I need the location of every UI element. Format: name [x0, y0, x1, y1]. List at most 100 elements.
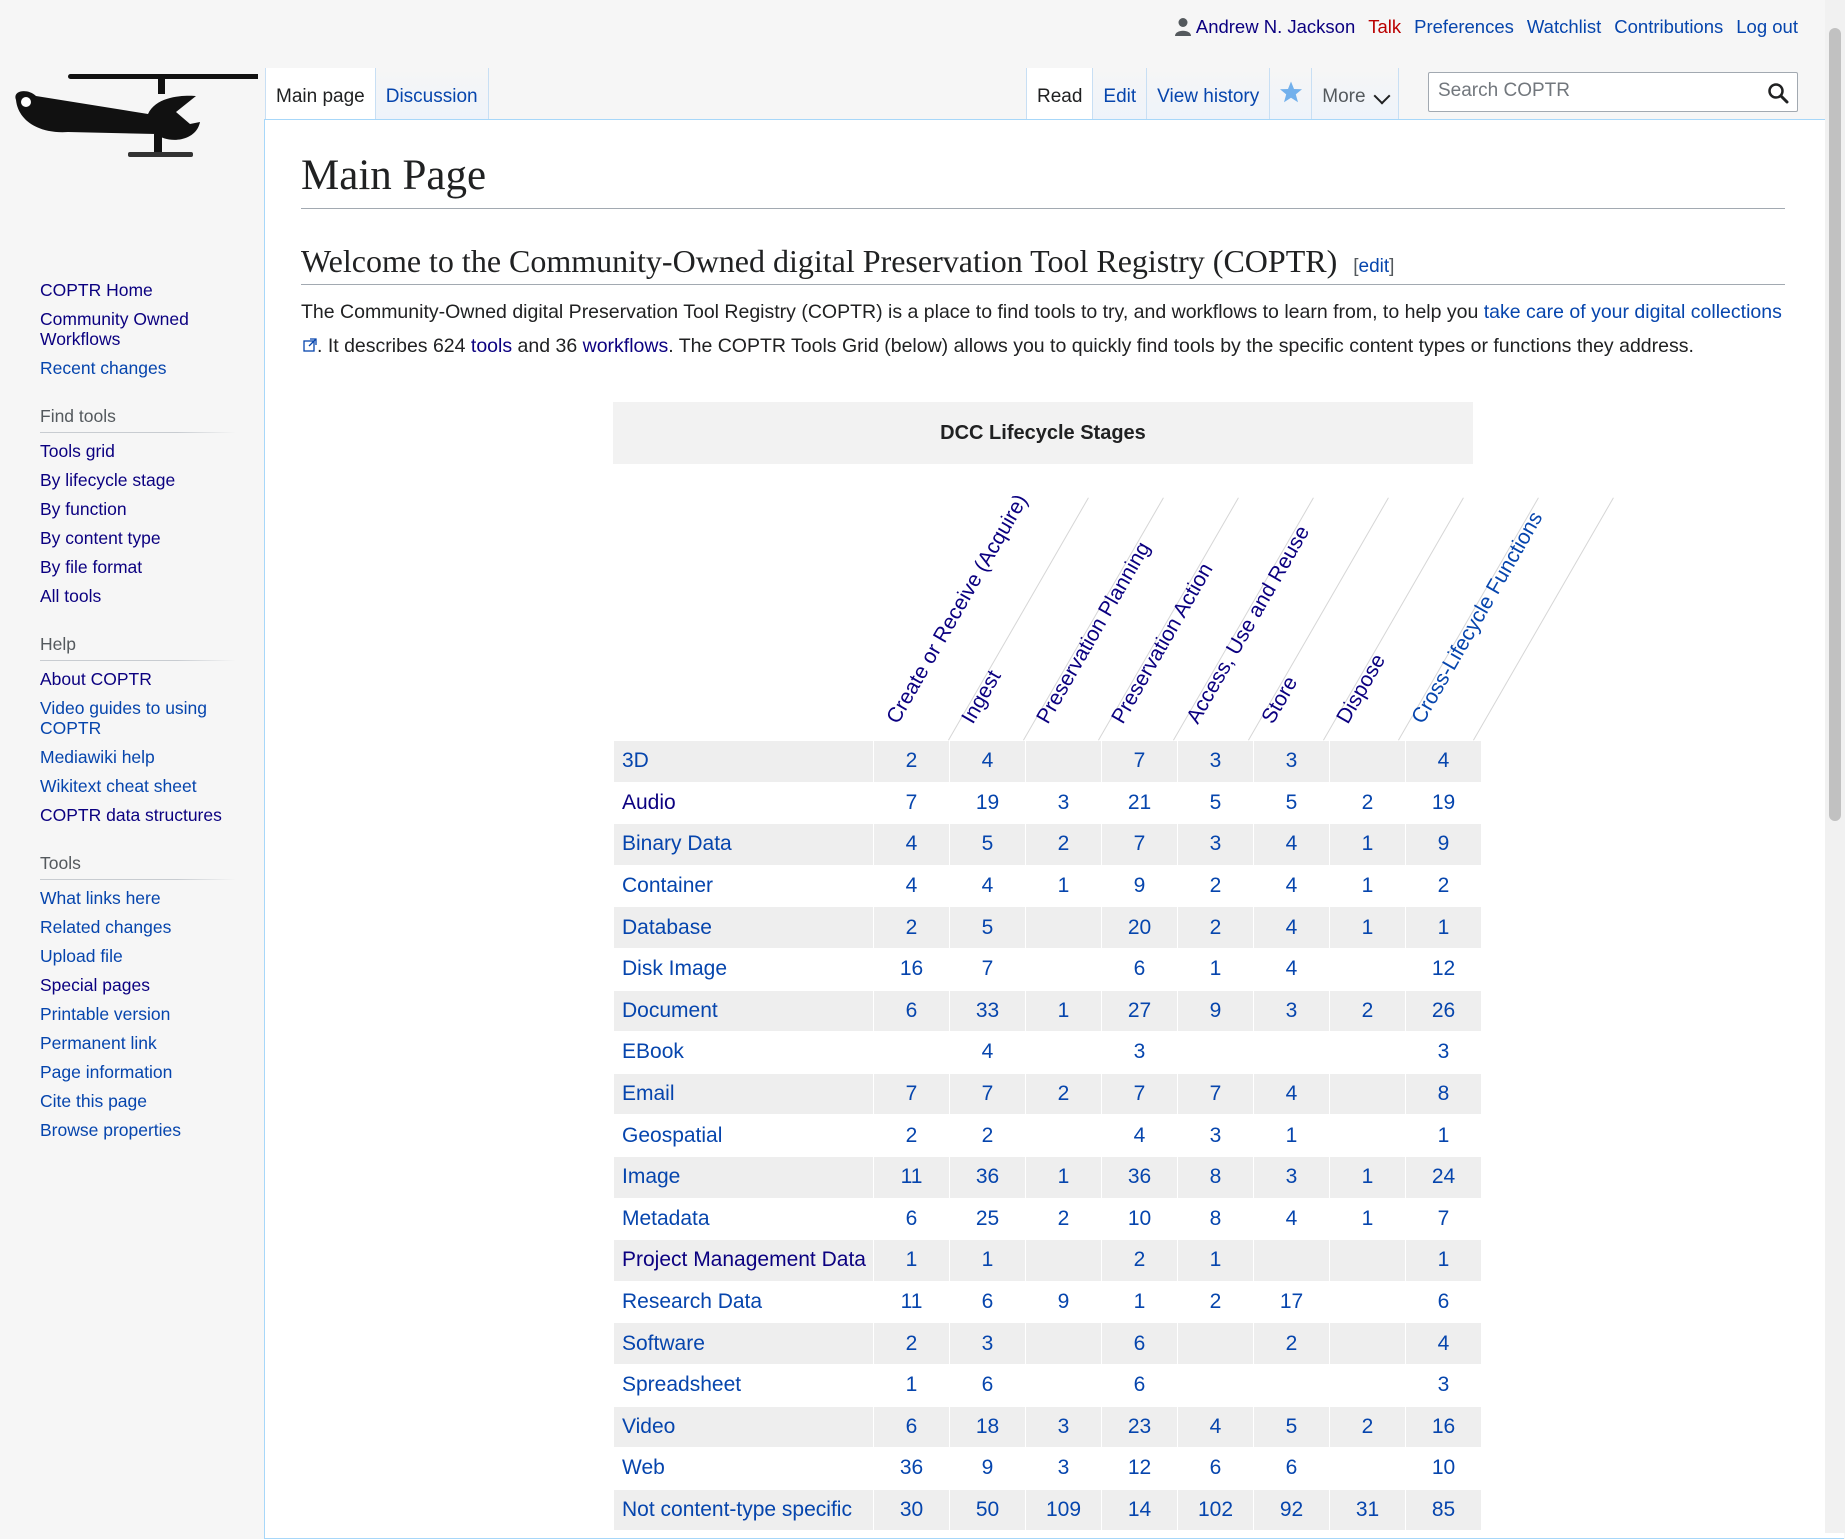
grid-cell-count[interactable]: 4 — [906, 832, 918, 855]
grid-cell-count[interactable]: 9 — [1210, 999, 1222, 1022]
grid-cell-count[interactable]: 1 — [1210, 1248, 1222, 1271]
watchlist-link[interactable]: Watchlist — [1527, 16, 1601, 38]
grid-cell-count[interactable]: 4 — [1438, 1332, 1450, 1355]
grid-cell-count[interactable]: 2 — [1058, 832, 1070, 855]
grid-cell-count[interactable]: 4 — [1286, 1207, 1298, 1230]
grid-cell-count[interactable]: 4 — [1286, 1082, 1298, 1105]
grid-cell-count[interactable]: 2 — [1362, 791, 1374, 814]
grid-row-label[interactable]: Software — [622, 1332, 705, 1355]
grid-cell-count[interactable]: 1 — [1362, 832, 1374, 855]
scrollbar-thumb[interactable] — [1829, 28, 1841, 821]
grid-cell-count[interactable]: 8 — [1438, 1082, 1450, 1105]
grid-cell-count[interactable]: 1 — [1058, 999, 1070, 1022]
grid-cell-count[interactable]: 4 — [1286, 874, 1298, 897]
grid-cell-count[interactable]: 6 — [1210, 1456, 1222, 1479]
grid-cell-count[interactable]: 1 — [1438, 1248, 1450, 1271]
grid-cell-count[interactable]: 6 — [906, 1415, 918, 1438]
grid-cell-count[interactable]: 9 — [1134, 874, 1146, 897]
sidebar-item-upload-file[interactable]: Upload file — [40, 946, 123, 966]
tab-view-history[interactable]: View history — [1147, 68, 1271, 120]
grid-cell-count[interactable]: 6 — [1438, 1290, 1450, 1313]
grid-cell-count[interactable]: 20 — [1128, 916, 1151, 939]
grid-cell-count[interactable]: 7 — [906, 1082, 918, 1105]
grid-cell-count[interactable]: 4 — [982, 874, 994, 897]
grid-row-label[interactable]: Binary Data — [622, 832, 732, 855]
grid-cell-count[interactable]: 27 — [1128, 999, 1151, 1022]
talk-link[interactable]: Talk — [1368, 16, 1401, 38]
grid-cell-count[interactable]: 1 — [1362, 1165, 1374, 1188]
grid-cell-count[interactable]: 8 — [1210, 1165, 1222, 1188]
grid-cell-count[interactable]: 10 — [1432, 1456, 1455, 1479]
grid-cell-count[interactable]: 7 — [1134, 832, 1146, 855]
grid-cell-count[interactable]: 4 — [982, 749, 994, 772]
grid-cell-count[interactable]: 2 — [1438, 874, 1450, 897]
tab-read[interactable]: Read — [1026, 68, 1094, 120]
grid-cell-count[interactable]: 7 — [982, 1082, 994, 1105]
grid-cell-count[interactable]: 6 — [1134, 957, 1146, 980]
grid-cell-count[interactable]: 1 — [1362, 874, 1374, 897]
sidebar-item-by-content-type[interactable]: By content type — [40, 528, 161, 548]
grid-cell-count[interactable]: 2 — [1362, 999, 1374, 1022]
grid-cell-count[interactable]: 31 — [1356, 1498, 1379, 1521]
grid-cell-count[interactable]: 2 — [1362, 1415, 1374, 1438]
more-menu[interactable]: More — [1312, 68, 1399, 120]
grid-cell-count[interactable]: 3 — [1058, 1415, 1070, 1438]
grid-cell-count[interactable]: 19 — [1432, 791, 1455, 814]
sidebar-item-cite-this-page[interactable]: Cite this page — [40, 1091, 147, 1111]
sidebar-item-wikitext-cheat-sheet[interactable]: Wikitext cheat sheet — [40, 776, 197, 796]
grid-row-label[interactable]: Video — [622, 1415, 675, 1438]
grid-row-label[interactable]: Web — [622, 1456, 665, 1479]
grid-cell-count[interactable]: 5 — [1286, 791, 1298, 814]
grid-cell-count[interactable]: 17 — [1280, 1290, 1303, 1313]
sidebar-item-video-guides[interactable]: Video guides to using COPTR — [40, 698, 207, 738]
grid-cell-count[interactable]: 5 — [1210, 791, 1222, 814]
grid-cell-count[interactable]: 4 — [1438, 749, 1450, 772]
grid-cell-count[interactable]: 6 — [982, 1290, 994, 1313]
grid-cell-count[interactable]: 4 — [906, 874, 918, 897]
grid-cell-count[interactable]: 2 — [1058, 1082, 1070, 1105]
sidebar-item-mediawiki-help[interactable]: Mediawiki help — [40, 747, 155, 767]
grid-row-label[interactable]: Not content-type specific — [622, 1498, 852, 1521]
grid-cell-count[interactable]: 3 — [1210, 832, 1222, 855]
grid-cell-count[interactable]: 8 — [1210, 1207, 1222, 1230]
sidebar-item-page-information[interactable]: Page information — [40, 1062, 172, 1082]
sidebar-item-coptr-home[interactable]: COPTR Home — [40, 280, 153, 300]
grid-column-label[interactable]: Dispose — [1332, 650, 1391, 728]
sidebar-item-tools-grid[interactable]: Tools grid — [40, 441, 115, 461]
grid-cell-count[interactable]: 109 — [1046, 1498, 1081, 1521]
grid-row-label[interactable]: Image — [622, 1165, 680, 1188]
grid-cell-count[interactable]: 2 — [1134, 1248, 1146, 1271]
grid-cell-count[interactable]: 3 — [1438, 1040, 1450, 1063]
grid-cell-count[interactable]: 7 — [1210, 1082, 1222, 1105]
sidebar-item-by-file-format[interactable]: By file format — [40, 557, 142, 577]
grid-cell-count[interactable]: 1 — [1362, 1207, 1374, 1230]
grid-cell-count[interactable]: 7 — [982, 957, 994, 980]
grid-cell-count[interactable]: 30 — [900, 1498, 923, 1521]
grid-cell-count[interactable]: 5 — [982, 916, 994, 939]
grid-cell-count[interactable]: 2 — [1286, 1332, 1298, 1355]
grid-row-label[interactable]: Disk Image — [622, 957, 727, 980]
grid-cell-count[interactable]: 7 — [906, 791, 918, 814]
grid-cell-count[interactable]: 2 — [1210, 916, 1222, 939]
contributions-link[interactable]: Contributions — [1614, 16, 1723, 38]
grid-row-label[interactable]: Audio — [622, 791, 676, 814]
grid-cell-count[interactable]: 6 — [982, 1373, 994, 1396]
grid-row-label[interactable]: Document — [622, 999, 718, 1022]
user-link[interactable]: Andrew N. Jackson — [1174, 16, 1355, 38]
grid-cell-count[interactable]: 1 — [1058, 874, 1070, 897]
grid-cell-count[interactable]: 3 — [1210, 749, 1222, 772]
grid-cell-count[interactable]: 50 — [976, 1498, 999, 1521]
sidebar-item-printable-version[interactable]: Printable version — [40, 1004, 170, 1024]
grid-cell-count[interactable]: 102 — [1198, 1498, 1233, 1521]
edit-section-link[interactable]: edit — [1359, 256, 1390, 277]
grid-cell-count[interactable]: 2 — [906, 1332, 918, 1355]
tab-main-page[interactable]: Main page — [265, 68, 376, 120]
tab-discussion[interactable]: Discussion — [375, 68, 489, 120]
grid-cell-count[interactable]: 2 — [906, 749, 918, 772]
grid-cell-count[interactable]: 7 — [1134, 1082, 1146, 1105]
grid-cell-count[interactable]: 92 — [1280, 1498, 1303, 1521]
grid-cell-count[interactable]: 36 — [976, 1165, 999, 1188]
grid-cell-count[interactable]: 3 — [1058, 791, 1070, 814]
grid-cell-count[interactable]: 7 — [1438, 1207, 1450, 1230]
grid-cell-count[interactable]: 5 — [1286, 1415, 1298, 1438]
